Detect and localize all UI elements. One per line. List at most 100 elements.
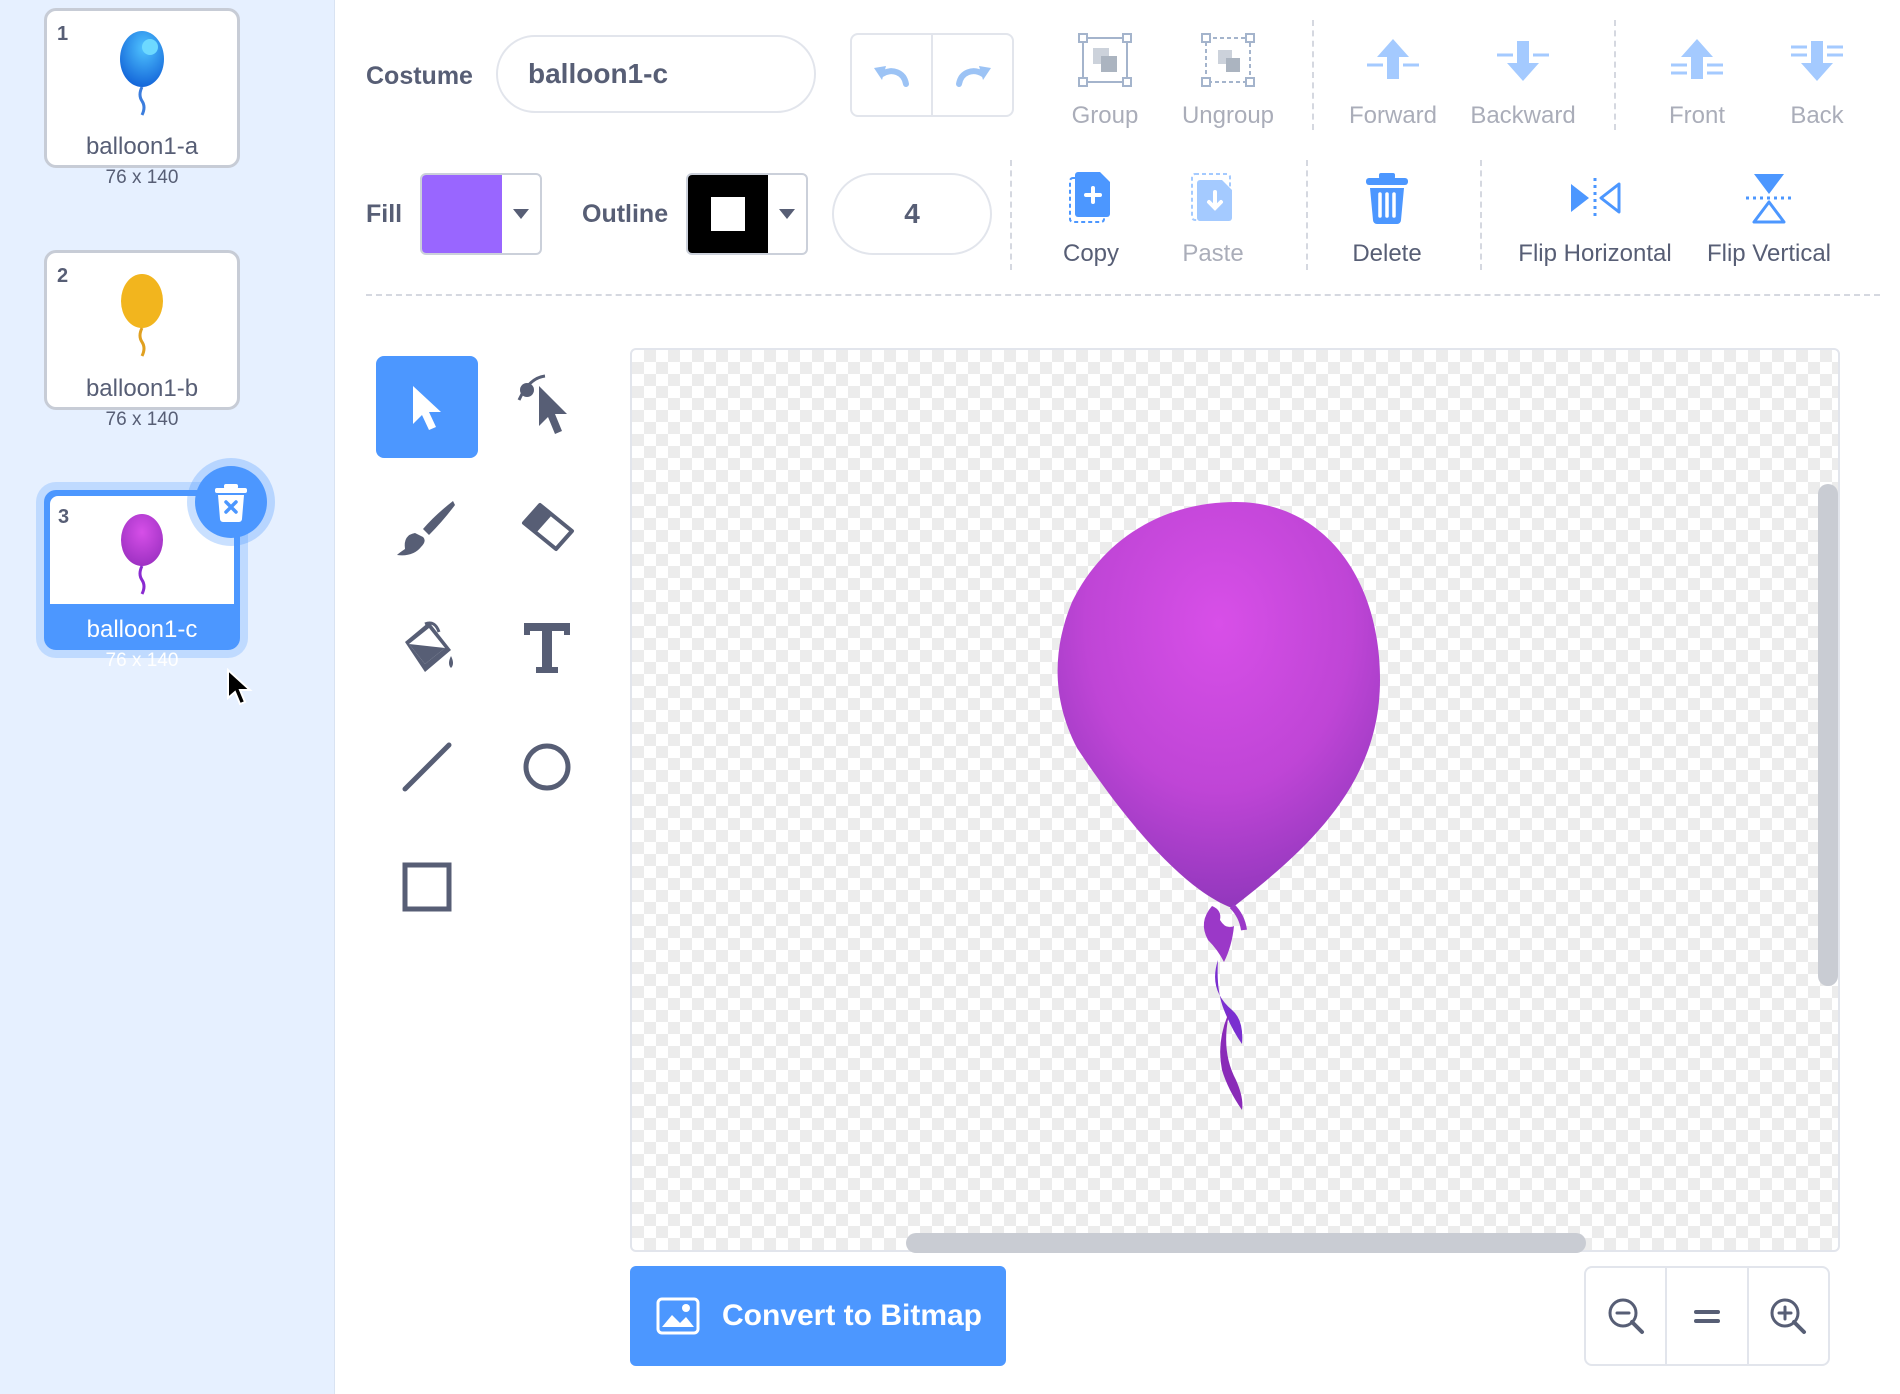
zoom-reset-button[interactable] [1665,1268,1746,1364]
redo-button[interactable] [931,35,1012,115]
ungroup-button[interactable]: Ungroup [1163,28,1293,130]
equals-icon [1693,1310,1720,1323]
fill-label: Fill [366,200,403,228]
zoom-out-button[interactable] [1586,1268,1665,1364]
zoom-in-icon [1770,1298,1807,1334]
paste-button[interactable]: Paste [1148,166,1278,268]
fill-color-swatch [422,175,502,253]
chevron-down-icon [768,175,806,253]
back-icon [1791,41,1843,81]
forward-icon [1367,39,1419,79]
redo-icon [955,66,991,87]
trash-icon [1366,173,1408,224]
costume-item-2[interactable]: 2 balloon1-b 76 x 140 [44,250,240,430]
front-label: Front [1668,102,1725,129]
costume-name: balloon1-c [86,616,198,643]
outline-label: Outline [582,200,669,228]
front-button[interactable]: Front [1632,28,1762,130]
costume-name: balloon1-a [85,133,199,160]
costume-name: balloon1-b [85,375,199,402]
convert-to-bitmap-label: Convert to Bitmap [722,1299,983,1332]
ungroup-label: Ungroup [1181,102,1275,129]
forward-button[interactable]: Forward [1328,28,1458,130]
copy-icon [1069,172,1110,223]
flip-vertical-label: Flip Vertical [1706,240,1832,267]
flip-horizontal-label: Flip Horizontal [1518,240,1672,267]
eraser-tool[interactable] [496,476,598,578]
text-icon [524,623,570,673]
costume-item-3[interactable]: 3 balloon1-c 76 x 140 [44,490,240,671]
backward-button[interactable]: Backward [1458,28,1588,130]
backward-icon [1497,41,1549,81]
fill-color-picker[interactable] [420,173,542,255]
group-icon [1078,33,1132,87]
delete-label: Delete [1352,240,1422,267]
paste-icon [1191,173,1232,221]
copy-button[interactable]: Copy [1026,166,1156,268]
outline-color-swatch [688,175,768,253]
front-icon [1671,39,1723,79]
flip-horizontal-button[interactable]: Flip Horizontal [1510,166,1680,268]
costume-size: 76 x 140 [105,167,179,188]
undo-redo-group [850,33,1014,117]
circle-tool[interactable] [496,716,598,818]
costume-thumbnail [47,23,237,119]
horizontal-scrollbar[interactable] [906,1233,1586,1253]
divider [1614,20,1616,130]
group-label: Group [1071,102,1139,129]
divider [1312,20,1314,130]
outline-color-picker[interactable] [686,173,808,255]
zoom-controls [1584,1266,1830,1366]
brush-icon [397,501,455,556]
fill-tool[interactable] [376,596,478,698]
rectangle-icon [402,862,452,912]
costume-thumbnail [47,265,237,361]
backward-label: Backward [1470,102,1576,129]
text-tool[interactable] [496,596,598,698]
back-button[interactable]: Back [1752,28,1882,130]
costume-list: 1 balloon1-a 76 x 140 2 balloon1-b 76 x … [0,0,335,1394]
line-icon [402,742,452,792]
circle-icon [523,743,571,791]
vertical-scrollbar[interactable] [1818,484,1838,986]
divider [1306,160,1308,270]
reshape-tool[interactable] [496,356,598,458]
costume-item-1[interactable]: 1 balloon1-a 76 x 140 [44,8,240,188]
select-tool[interactable] [376,356,478,458]
costume-size: 76 x 140 [105,650,179,671]
arrow-pointer-icon [413,386,441,430]
delete-button[interactable]: Delete [1322,166,1452,268]
group-button[interactable]: Group [1040,28,1170,130]
paste-label: Paste [1182,240,1244,267]
balloon-shape[interactable] [632,350,1840,1252]
reshape-icon [517,374,567,434]
paint-canvas[interactable] [630,348,1840,1252]
convert-to-bitmap-button[interactable]: Convert to Bitmap [630,1266,1006,1366]
eraser-icon [522,503,574,551]
divider [1480,160,1482,270]
divider [1010,160,1012,270]
copy-label: Copy [1062,240,1120,267]
zoom-in-button[interactable] [1746,1268,1828,1364]
flip-horizontal-icon [1571,178,1621,218]
zoom-out-icon [1608,1298,1644,1334]
toolbar-divider [366,294,1880,296]
brush-tool[interactable] [376,476,478,578]
image-icon [656,1297,700,1335]
flip-vertical-icon [1746,174,1792,224]
paint-bucket-icon [405,621,453,672]
undo-icon [873,66,909,87]
line-tool[interactable] [376,716,478,818]
forward-label: Forward [1348,102,1438,129]
costume-size: 76 x 140 [105,409,179,430]
costume-thumbnail [48,506,236,602]
outline-width-input[interactable]: 4 [832,173,992,255]
back-label: Back [1790,102,1844,129]
costume-label: Costume [366,62,473,90]
rectangle-tool[interactable] [376,836,478,938]
costume-name-input[interactable] [496,35,816,113]
ungroup-icon [1201,33,1255,87]
chevron-down-icon [502,175,540,253]
undo-button[interactable] [852,35,931,115]
flip-vertical-button[interactable]: Flip Vertical [1704,166,1834,268]
